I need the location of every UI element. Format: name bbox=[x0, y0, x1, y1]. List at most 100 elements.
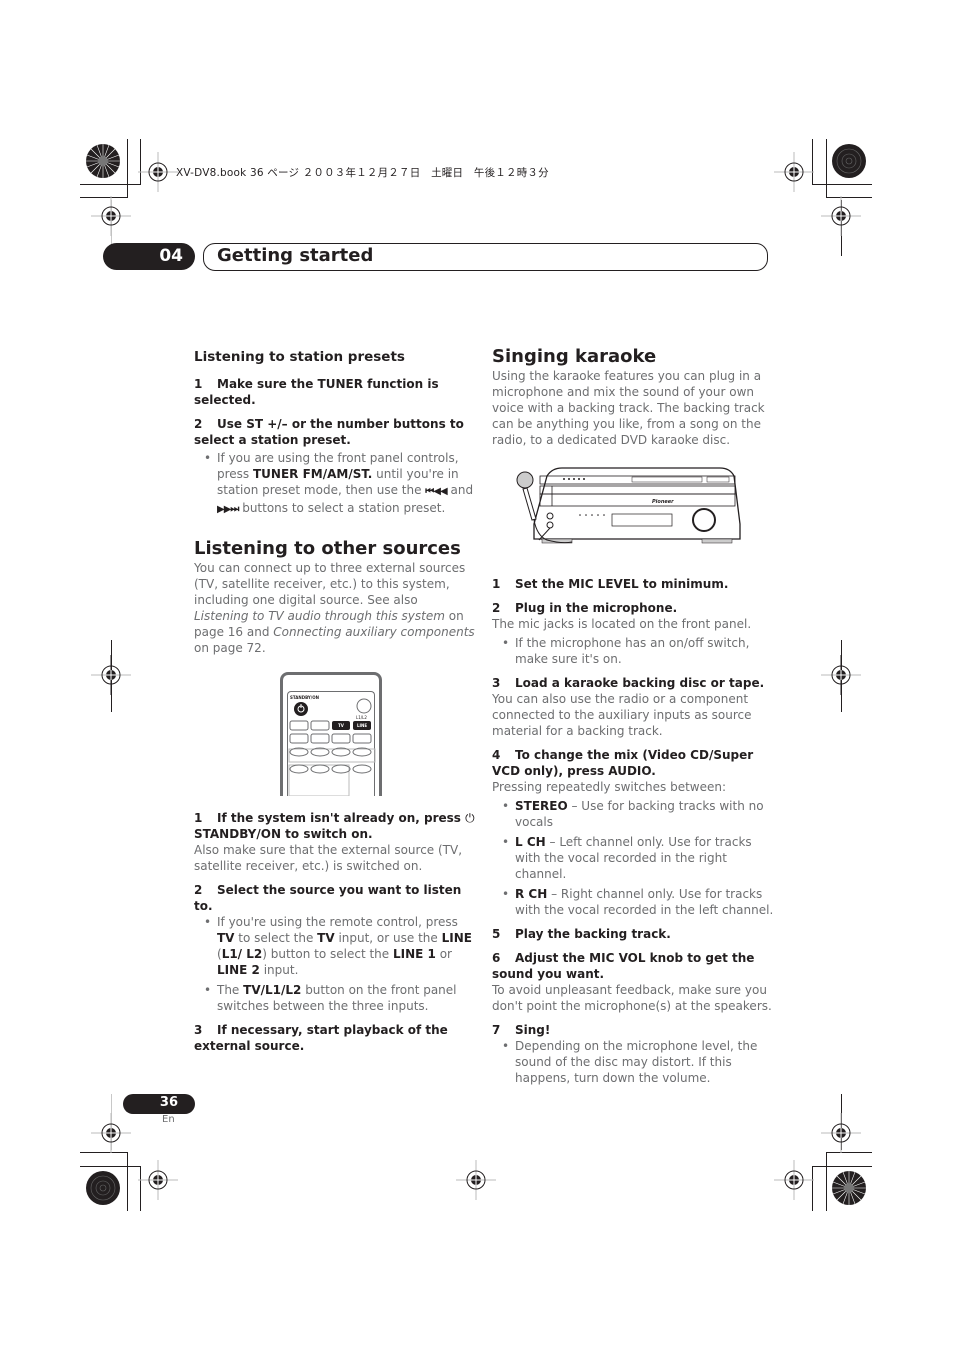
step-body: The mic jacks is located on the front pa… bbox=[492, 617, 752, 631]
step: 3 If necessary, start playback of the ext… bbox=[194, 1022, 476, 1054]
l1-l2-label: L1/L2 bbox=[356, 715, 367, 720]
step-number: 1 bbox=[492, 577, 501, 591]
registration-crosshair-icon bbox=[138, 1160, 178, 1200]
section-heading-other-sources: Listening to other sources bbox=[194, 538, 461, 559]
option-label: R CH bbox=[515, 887, 548, 901]
print-header: XV-DV8.book 36 ページ ２００３年１２月２７日 土曜日 午後１２時… bbox=[176, 167, 549, 179]
option-description: – Right channel only. Use for tracks wit… bbox=[515, 887, 774, 917]
step-number: 2 bbox=[194, 417, 203, 431]
step-number: 3 bbox=[492, 676, 501, 690]
bullet-item: If you're using the remote control, pres… bbox=[194, 914, 476, 978]
step-number: 4 bbox=[492, 748, 501, 762]
registration-crosshair-icon bbox=[821, 1113, 861, 1153]
registration-crosshair-icon bbox=[91, 655, 131, 695]
text: You can connect up to three external sou… bbox=[194, 561, 466, 607]
crop-line bbox=[826, 139, 827, 198]
registration-crosshair-icon bbox=[821, 655, 861, 695]
text: buttons to select a station preset. bbox=[238, 501, 446, 515]
page-number-badge: 36 bbox=[123, 1094, 195, 1114]
step-text: Sing! bbox=[515, 1023, 551, 1037]
chapter-number: 04 bbox=[159, 246, 183, 266]
text: and bbox=[446, 483, 474, 497]
registration-crosshair-icon bbox=[821, 196, 861, 236]
text: input. bbox=[259, 963, 299, 977]
crop-line bbox=[812, 1166, 872, 1167]
stereo-with-microphone-drawing: Pioneer bbox=[516, 467, 741, 544]
bold-text: TV/L1/L2 bbox=[243, 983, 302, 997]
crop-line bbox=[80, 1166, 141, 1167]
bold-text: TV bbox=[317, 931, 335, 945]
section-heading-station-presets: Listening to station presets bbox=[194, 349, 405, 365]
crop-line bbox=[80, 184, 141, 185]
step-number: 1 bbox=[194, 811, 203, 825]
step-body: Also make sure that the external source … bbox=[194, 843, 463, 873]
page-number: 36 bbox=[159, 1095, 178, 1110]
step-text: Set the MIC LEVEL to minimum. bbox=[515, 577, 729, 591]
text: on page 72. bbox=[194, 641, 266, 655]
bold-text: LINE 2 bbox=[217, 963, 260, 977]
bold-text: L1/ L2 bbox=[221, 947, 263, 961]
step: 5 Play the backing track. bbox=[492, 926, 774, 942]
step: 3 Load a karaoke backing disc or tape. bbox=[492, 675, 774, 691]
text: to select the bbox=[234, 931, 318, 945]
bullet-item: Depending on the microphone level, the s… bbox=[492, 1038, 774, 1086]
step-number: 2 bbox=[194, 883, 203, 897]
step-text: Adjust the MIC VOL knob to get the sound… bbox=[492, 951, 755, 981]
tv-button-label: TV bbox=[338, 723, 344, 728]
step: 2 Plug in the microphone. bbox=[492, 600, 774, 616]
bullet-item: If you are using the front panel control… bbox=[194, 450, 476, 518]
step: 6 Adjust the MIC VOL knob to get the soun… bbox=[492, 950, 774, 982]
step: 2 Use ST +/– or the number buttons to sel… bbox=[194, 416, 476, 448]
section-heading-singing-karaoke: Singing karaoke bbox=[492, 346, 657, 367]
bullet-item: If the microphone has an on/off switch, … bbox=[492, 635, 774, 667]
bold-text: TV bbox=[217, 931, 235, 945]
registration-crosshair-icon bbox=[138, 152, 178, 192]
step-text: If the system isn't already on, press bbox=[217, 811, 466, 825]
remote-panel: STANDBY/ON L1/L2 TV LINE bbox=[287, 691, 376, 796]
cross-reference: Connecting auxiliary components bbox=[273, 625, 475, 639]
karaoke-device-illustration: Pioneer bbox=[492, 464, 774, 564]
registration-crosshair-icon bbox=[91, 196, 131, 236]
section-intro: Using the karaoke features you can plug … bbox=[492, 369, 765, 447]
step: 1 If the system isn't already on, press ⏻… bbox=[194, 810, 476, 842]
registration-sunburst-icon bbox=[85, 143, 121, 179]
text: If you're using the remote control, pres… bbox=[217, 915, 458, 929]
step-number: 5 bbox=[492, 927, 501, 941]
text: ) button to select the bbox=[262, 947, 393, 961]
bold-text: LINE 1 bbox=[392, 947, 436, 961]
crop-line bbox=[127, 1152, 128, 1211]
step: 7 Sing! bbox=[492, 1022, 774, 1038]
step-text: STANDBY/ON to switch on. bbox=[194, 827, 373, 841]
previous-rewind-icon: ⏮◀◀ bbox=[425, 486, 447, 497]
standby-on-label: STANDBY/ON bbox=[290, 695, 319, 700]
registration-sunburst-icon bbox=[831, 143, 867, 179]
option-label: L CH bbox=[515, 835, 546, 849]
step: 1 Make sure the TUNER function is selecte… bbox=[194, 376, 476, 408]
crop-line bbox=[127, 139, 128, 198]
step-text: Plug in the microphone. bbox=[515, 601, 678, 615]
chapter-number-badge: 04 bbox=[103, 243, 195, 270]
remote-buttons bbox=[288, 698, 376, 796]
page-language: En bbox=[162, 1114, 175, 1125]
chapter-title: Getting started bbox=[217, 245, 374, 266]
mix-option-r-ch: R CH – Right channel only. Use for track… bbox=[492, 886, 774, 918]
section-intro: You can connect up to three external sou… bbox=[194, 560, 476, 656]
step-body: You can also use the radio or a componen… bbox=[492, 692, 752, 738]
remote-body: STANDBY/ON L1/L2 TV LINE bbox=[280, 672, 382, 796]
step-text: To change the mix (Video CD/Super VCD on… bbox=[492, 748, 754, 778]
step-text: Make sure the TUNER function is selected… bbox=[194, 377, 439, 407]
text: input, or use the bbox=[334, 931, 442, 945]
forward-next-icon: ▶▶⏭ bbox=[217, 504, 239, 515]
text: or bbox=[435, 947, 452, 961]
registration-crosshair-icon bbox=[774, 152, 814, 192]
step-number: 7 bbox=[492, 1023, 501, 1037]
mix-option-stereo: STEREO – Use for backing tracks with no … bbox=[492, 798, 774, 830]
crop-line bbox=[812, 184, 872, 185]
step-text: Load a karaoke backing disc or tape. bbox=[515, 676, 765, 690]
step-text: Select the source you want to listen to. bbox=[194, 883, 462, 913]
registration-crosshair-icon bbox=[456, 1160, 496, 1200]
registration-crosshair-icon bbox=[774, 1160, 814, 1200]
left-column: Listening to station presets 1 Make sure … bbox=[194, 348, 476, 1062]
registration-sunburst-icon bbox=[831, 1170, 867, 1206]
step-text: Play the backing track. bbox=[515, 927, 671, 941]
